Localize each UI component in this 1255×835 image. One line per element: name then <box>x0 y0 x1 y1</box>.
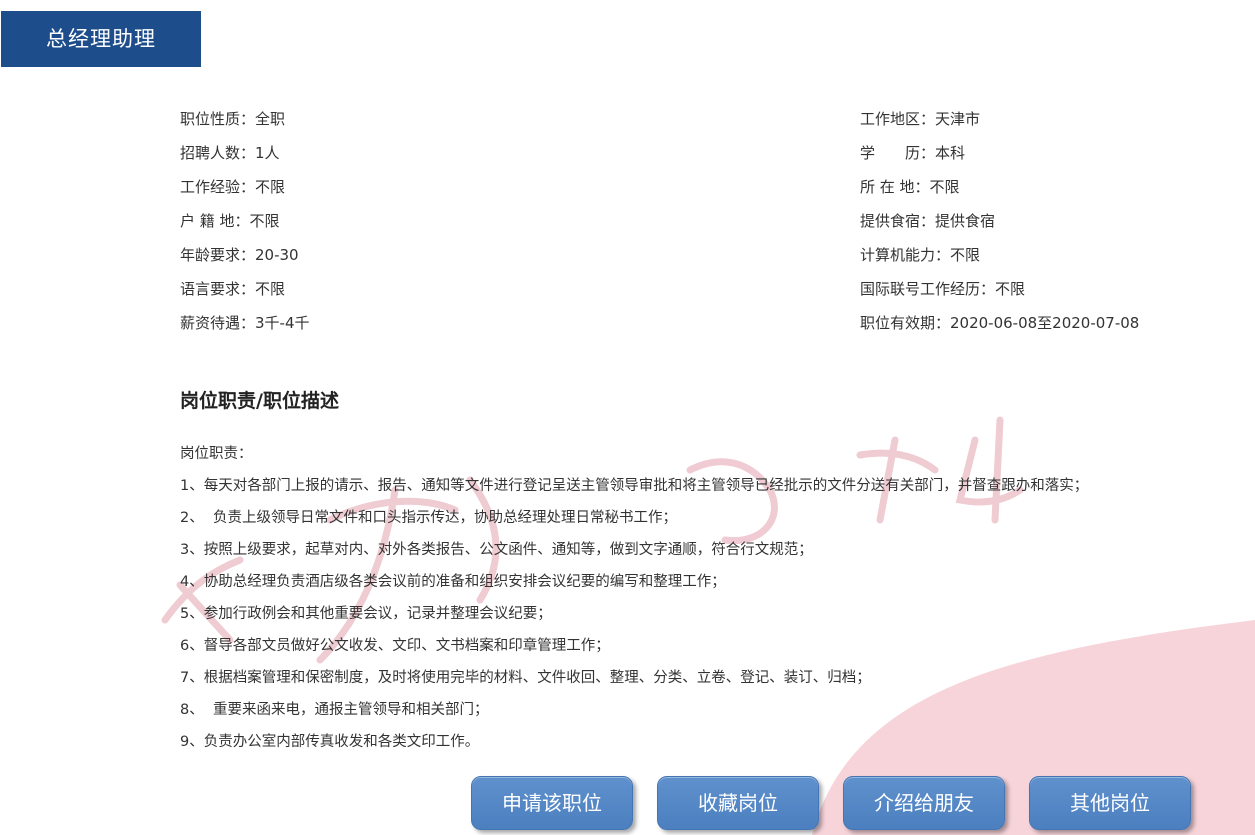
other-jobs-button[interactable]: 其他岗位 <box>1029 776 1191 830</box>
duty-item: 8、 重要来函来电，通报主管领导和相关部门； <box>180 702 489 718</box>
section-title: 岗位职责/职位描述 <box>180 390 339 412</box>
info-language: 语言要求：不限 <box>180 280 286 298</box>
info-international-chain-experience: 国际联号工作经历：不限 <box>860 280 1026 298</box>
info-validity-period: 职位有效期：2020-06-08至2020-07-08 <box>860 314 1140 332</box>
info-experience: 工作经验：不限 <box>180 178 286 196</box>
favorite-button[interactable]: 收藏岗位 <box>657 776 819 830</box>
info-age: 年龄要求：20-30 <box>180 246 299 264</box>
info-location: 所 在 地：不限 <box>860 178 960 196</box>
duty-item: 1、每天对各部门上报的请示、报告、通知等文件进行登记呈送主管领导审批和将主管领导… <box>180 478 1089 494</box>
job-title-banner: 总经理助理 <box>1 11 201 67</box>
duty-item: 2、 负责上级领导日常文件和口头指示传达，协助总经理处理日常秘书工作； <box>180 510 677 526</box>
info-computer-skill: 计算机能力：不限 <box>860 246 981 264</box>
duty-item: 3、按照上级要求，起草对内、对外各类报告、公文函件、通知等，做到文字通顺，符合行… <box>180 542 813 558</box>
info-household-registration: 户 籍 地：不限 <box>180 212 280 230</box>
apply-button[interactable]: 申请该职位 <box>471 776 633 830</box>
info-salary: 薪资待遇：3千-4千 <box>180 314 310 332</box>
share-button[interactable]: 介绍给朋友 <box>843 776 1005 830</box>
info-board-lodging: 提供食宿：提供食宿 <box>860 212 996 230</box>
info-job-type: 职位性质：全职 <box>180 110 286 128</box>
duty-item: 9、负责办公室内部传真收发和各类文印工作。 <box>180 734 480 750</box>
info-headcount: 招聘人数：1人 <box>180 144 280 162</box>
duty-item: 5、参加行政例会和其他重要会议，记录并整理会议纪要； <box>180 606 552 622</box>
info-education: 学 历：本科 <box>860 144 966 162</box>
info-work-region: 工作地区：天津市 <box>860 110 981 128</box>
job-info-left-column: 职位性质：全职 招聘人数：1人 工作经验：不限 户 籍 地：不限 年龄要求：20… <box>180 102 310 340</box>
duty-list: 岗位职责： 1、每天对各部门上报的请示、报告、通知等文件进行登记呈送主管领导审批… <box>180 438 1088 758</box>
duty-heading: 岗位职责： <box>180 446 253 462</box>
duty-item: 7、根据档案管理和保密制度，及时将使用完毕的材料、文件收回、整理、分类、立卷、登… <box>180 670 871 686</box>
job-info-right-column: 工作地区：天津市 学 历：本科 所 在 地：不限 提供食宿：提供食宿 计算机能力… <box>860 102 1139 340</box>
duty-item: 6、督导各部文员做好公文收发、文印、文书档案和印章管理工作； <box>180 638 610 654</box>
duty-item: 4、协助总经理负责酒店级各类会议前的准备和组织安排会议纪要的编写和整理工作； <box>180 574 726 590</box>
